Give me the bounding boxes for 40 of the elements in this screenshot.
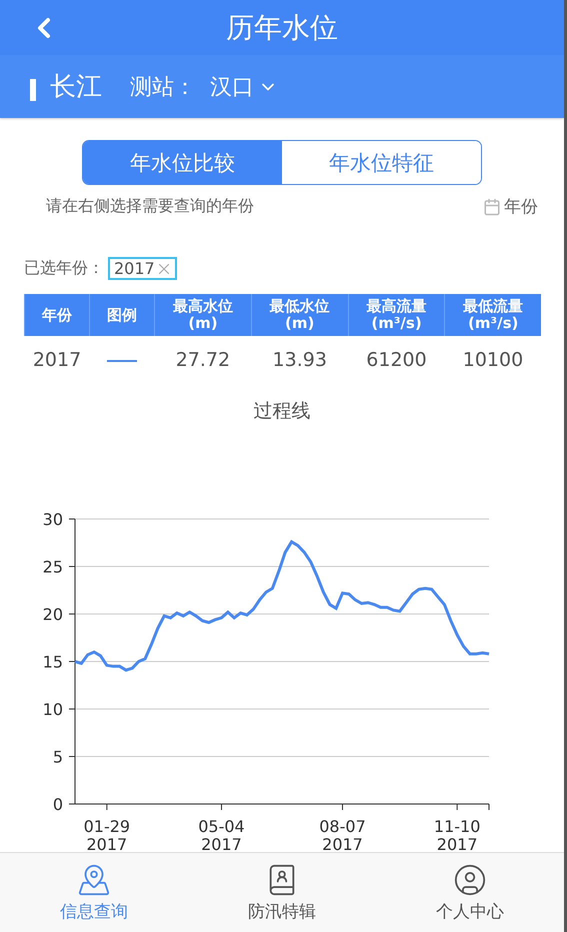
section-marker bbox=[30, 78, 36, 100]
table-cell: 10100 bbox=[444, 336, 541, 384]
hint-text: 请在右侧选择需要查询的年份 bbox=[46, 196, 254, 217]
x-tick-label: 08-07 2017 bbox=[319, 817, 366, 852]
year-picker[interactable]: 年份 bbox=[483, 195, 538, 218]
table-cell: 13.93 bbox=[251, 336, 348, 384]
map-pin-icon bbox=[77, 862, 111, 896]
y-tick-label: 15 bbox=[42, 652, 63, 672]
column-header: 图例 bbox=[90, 294, 154, 336]
column-header: 最高水位 (m) bbox=[154, 294, 252, 336]
x-tick-label: 11-10 2017 bbox=[434, 817, 480, 852]
y-tick-label: 0 bbox=[52, 795, 63, 814]
x-tick-label: 01-29 2017 bbox=[84, 817, 130, 852]
tab-bar-item[interactable]: 信息查询 bbox=[0, 853, 188, 932]
tab-bar-item[interactable]: 防汛特辑 bbox=[188, 853, 376, 932]
y-tick-label: 25 bbox=[42, 558, 63, 576]
calendar-icon bbox=[483, 198, 501, 216]
column-header: 最低水位 (m) bbox=[251, 294, 348, 336]
column-header: 最低流量 (m³/s) bbox=[444, 294, 541, 336]
y-tick-label: 20 bbox=[42, 605, 63, 624]
chart-title: 过程线 bbox=[252, 399, 312, 424]
selected-years-label: 已选年份： bbox=[24, 258, 104, 279]
table-cell: 61200 bbox=[348, 336, 445, 384]
tab-bar-item[interactable]: 个人中心 bbox=[376, 853, 564, 932]
table-cell: 27.72 bbox=[154, 336, 252, 384]
table-cell: 2017 bbox=[24, 336, 90, 384]
legend-line bbox=[107, 360, 137, 362]
year-tag: 2017 bbox=[108, 257, 177, 280]
page-title: 历年水位 bbox=[226, 10, 338, 46]
y-tick-label: 30 bbox=[42, 510, 63, 529]
user-icon bbox=[453, 862, 487, 896]
segment-tab[interactable]: 年水位比较 bbox=[83, 141, 282, 184]
column-header: 最高流量 (m³/s) bbox=[348, 294, 445, 336]
station-dropdown[interactable]: 汉口 bbox=[210, 72, 278, 102]
y-tick-label: 5 bbox=[52, 748, 63, 766]
x-tick-label: 05-04 2017 bbox=[198, 817, 245, 852]
station-label: 测站： bbox=[130, 74, 196, 102]
river-name: 长江 bbox=[50, 71, 102, 104]
column-header: 年份 bbox=[24, 294, 90, 336]
y-tick-label: 10 bbox=[42, 700, 63, 719]
